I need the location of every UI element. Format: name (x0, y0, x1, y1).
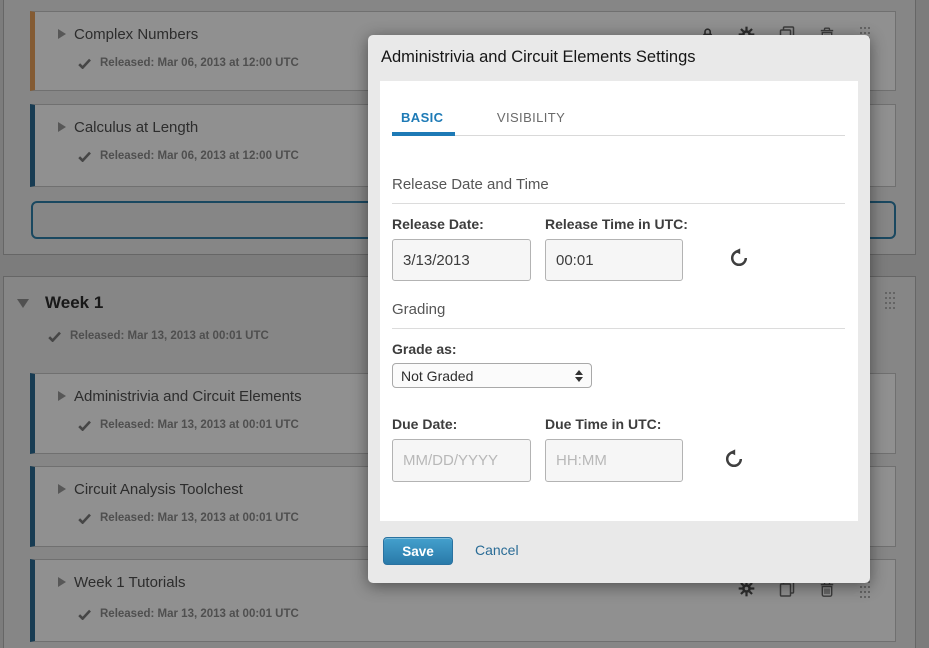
release-date-label: Release Date: (392, 216, 484, 232)
release-section-heading: Release Date and Time (392, 176, 845, 204)
due-time-input[interactable] (545, 439, 683, 482)
tab-basic[interactable]: BASIC (392, 110, 455, 136)
tab-visibility[interactable]: VISIBILITY (488, 110, 577, 132)
release-time-label: Release Time in UTC: (545, 216, 688, 232)
reset-release-date-button[interactable] (728, 248, 750, 270)
due-date-label: Due Date: (392, 416, 457, 432)
reset-due-date-button[interactable] (723, 449, 745, 471)
release-time-input[interactable] (545, 239, 683, 281)
reset-icon (729, 248, 749, 268)
due-time-label: Due Time in UTC: (545, 416, 661, 432)
save-button[interactable]: Save (383, 537, 453, 565)
grade-as-value: Not Graded (401, 368, 575, 384)
modal-tabs: BASIC VISIBILITY (392, 109, 845, 136)
modal-title: Administrivia and Circuit Elements Setti… (381, 48, 696, 67)
due-date-input[interactable] (392, 439, 531, 482)
release-date-input[interactable] (392, 239, 531, 281)
modal-body: BASIC VISIBILITY Release Date and Time R… (380, 81, 858, 521)
cancel-button[interactable]: Cancel (475, 542, 519, 558)
grade-as-select[interactable]: Not Graded (392, 363, 592, 388)
grading-section-heading: Grading (392, 301, 845, 329)
grade-as-label: Grade as: (392, 341, 457, 357)
subsection-settings-modal: Administrivia and Circuit Elements Setti… (368, 35, 870, 583)
reset-icon (724, 449, 744, 469)
select-spinner-icon (575, 370, 583, 382)
course-outline-page: Complex Numbers Released: Mar 06, 2013 a… (0, 0, 929, 648)
